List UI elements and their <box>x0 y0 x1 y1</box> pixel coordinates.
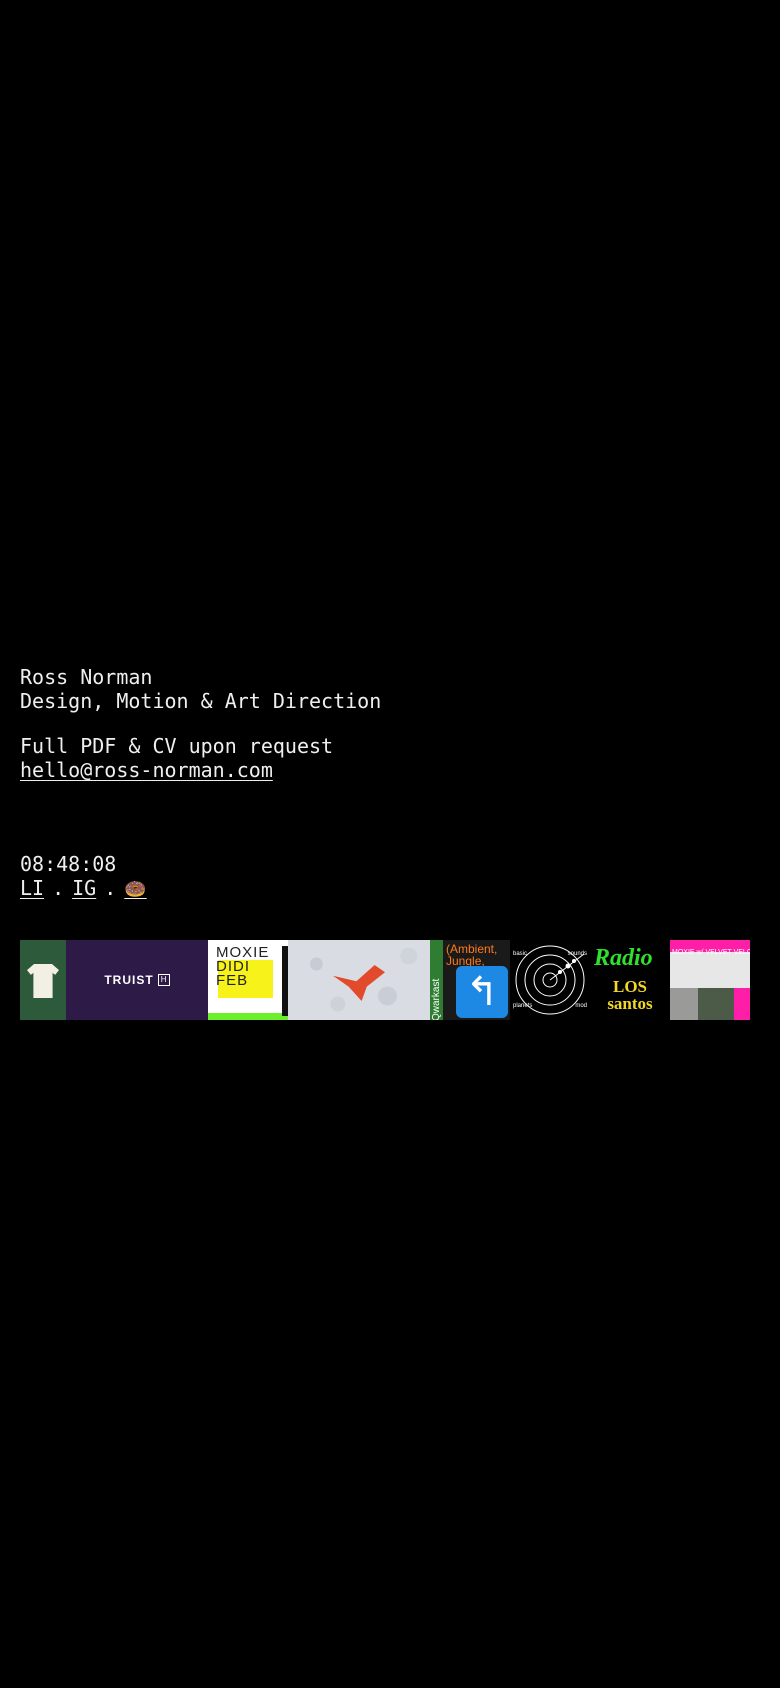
donut-icon[interactable]: 🍩 <box>124 879 146 900</box>
gallery-tile-velvet-velour[interactable]: MOXIE w/ VELVET VELOUR <box>670 940 750 1020</box>
gallery-tile-radar[interactable]: basic sounds planets mod <box>510 940 590 1020</box>
social-links: LI. IG. 🍩 <box>20 876 147 900</box>
poster-text: MOXIE DIDI FEB <box>216 944 270 989</box>
project-gallery: TRUIST H MOXIE DIDI FEB Qwarkast (Ambient… <box>20 940 750 1020</box>
linkedin-link[interactable]: LI <box>20 876 44 900</box>
velour-photo <box>698 988 734 1020</box>
profile-name: Ross Norman <box>20 665 153 689</box>
clock-readout: 08:48:08 <box>20 852 117 876</box>
cv-note: Full PDF & CV upon request <box>20 734 334 758</box>
u-turn-icon <box>456 966 508 1018</box>
radar-label: planets <box>513 1003 533 1009</box>
gallery-tile-qwarkast[interactable]: Qwarkast (Ambient, Jungle, <box>430 940 510 1020</box>
radar-label: basic <box>513 951 528 957</box>
email-link[interactable]: hello@ross-norman.com <box>20 758 273 782</box>
radar-label: mod <box>575 1003 587 1009</box>
velour-pink-block <box>734 988 750 1020</box>
gallery-tile-origami[interactable] <box>288 940 430 1020</box>
radio-title: Radio <box>594 945 653 971</box>
qwarkast-headline: (Ambient, Jungle, <box>446 942 498 968</box>
radar-label: sounds <box>567 951 587 957</box>
instagram-link[interactable]: IG <box>72 876 96 900</box>
radio-subtitle: LOS santos <box>607 977 653 1013</box>
velour-title: MOXIE w/ VELVET VELOUR <box>672 949 750 956</box>
gallery-tile-moxie-poster[interactable]: MOXIE DIDI FEB <box>208 940 288 1020</box>
velour-header: MOXIE w/ VELVET VELOUR <box>670 940 750 956</box>
profile-tagline: Design, Motion & Art Direction <box>20 689 382 713</box>
t-shirt-icon <box>27 964 59 998</box>
link-separator: . <box>52 876 65 900</box>
origami-icon <box>333 965 385 1001</box>
link-separator: . <box>104 876 117 900</box>
truist-mark-icon: H <box>157 974 170 986</box>
intro-block: Ross Norman Design, Motion & Art Directi… <box>20 665 381 713</box>
truist-wordmark: TRUIST <box>104 973 154 987</box>
qwarkast-sidebar: Qwarkast <box>430 940 443 1020</box>
velour-photo-left <box>670 988 698 1020</box>
contact-block: Full PDF & CV upon request hello@ross-no… <box>20 734 333 782</box>
meta-block: 08:48:08 LI. IG. 🍩 <box>20 852 147 900</box>
poster-green-band <box>208 1013 288 1020</box>
gallery-tile-truist[interactable]: TRUIST H <box>66 940 208 1020</box>
gallery-tile-radio-los-santos[interactable]: Radio LOS santos <box>590 940 670 1020</box>
gallery-tile-tee[interactable] <box>20 940 66 1020</box>
